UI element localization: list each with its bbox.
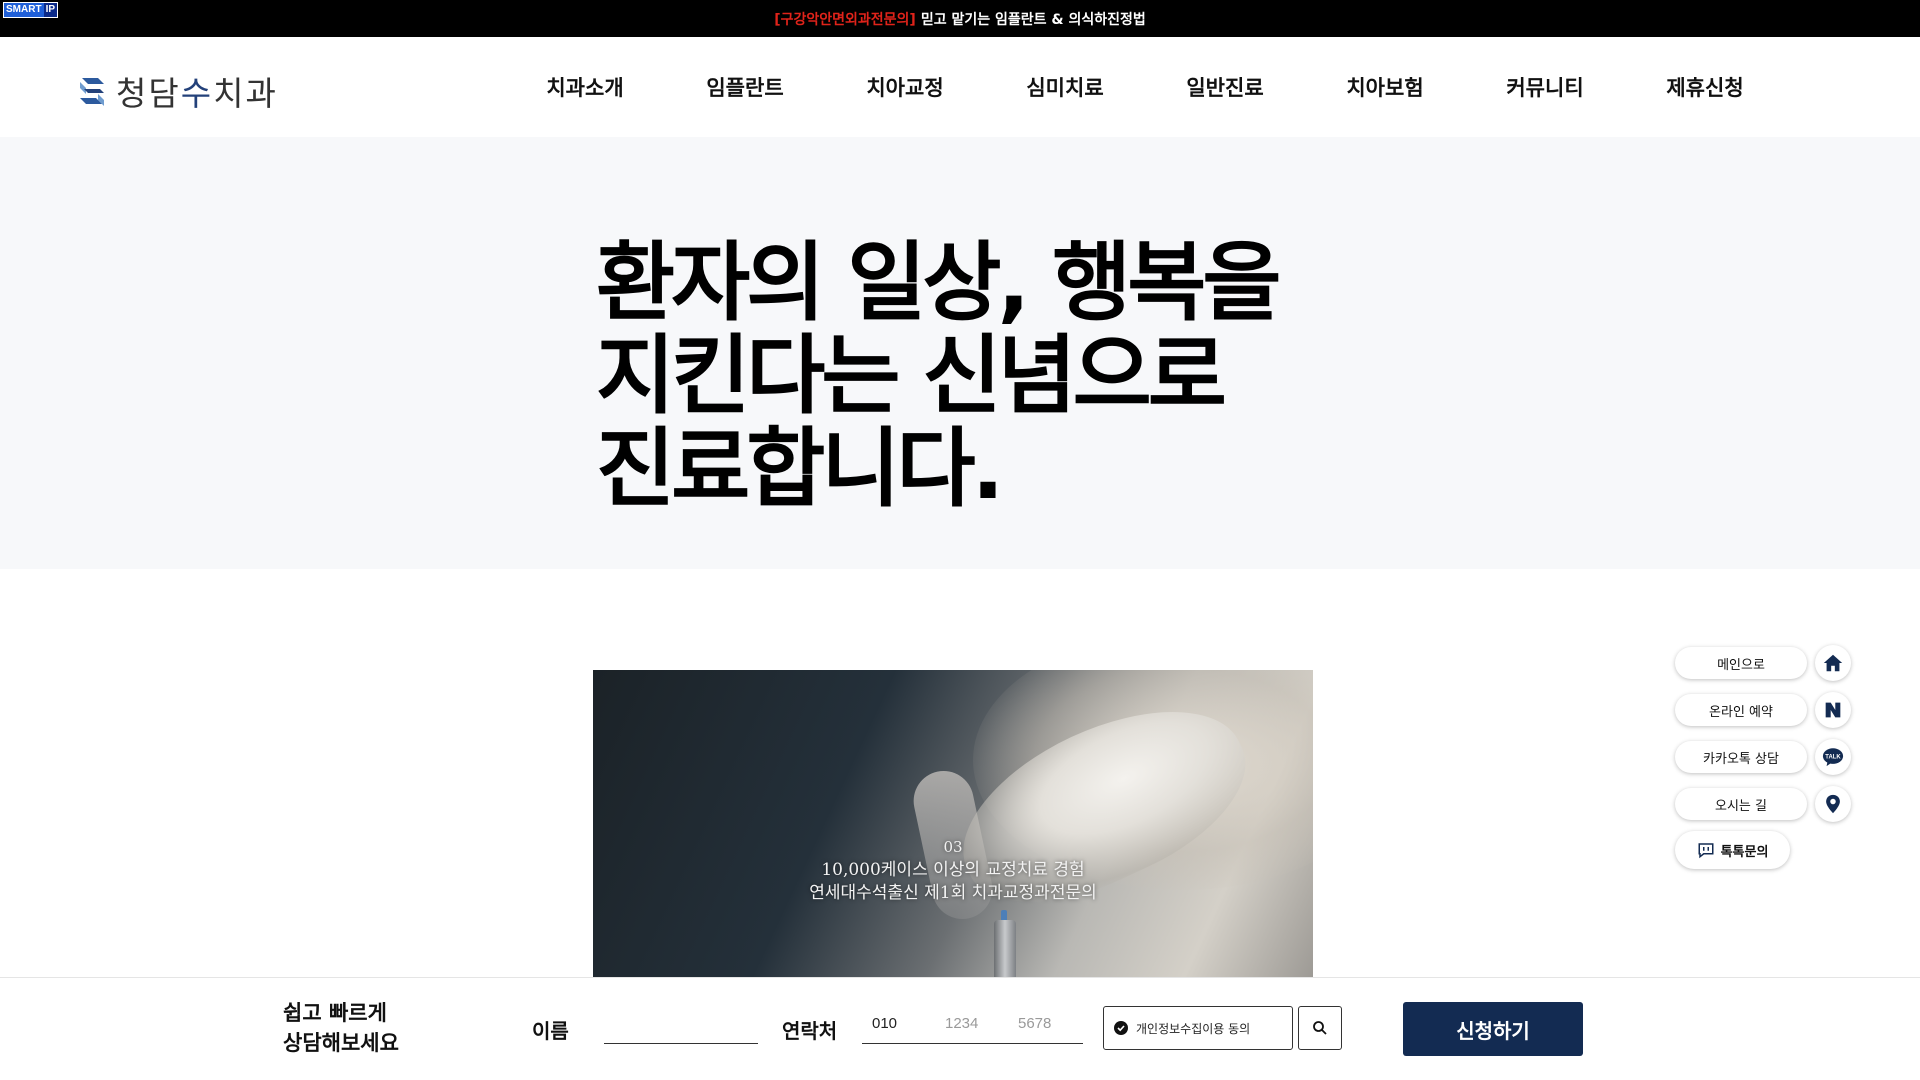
main-nav: 치과소개 임플란트 치아교정 심미치료 일반진료 치아보험 커뮤니티 제휴신청 (505, 37, 1785, 137)
nav-item-implant[interactable]: 임플란트 (665, 72, 825, 102)
hero-title: 환자의 일상, 행복을 지킨다는 신념으로 진료합니다. (596, 233, 1282, 519)
name-label: 이름 (532, 1019, 569, 1043)
phone-last-input[interactable] (1008, 1004, 1083, 1044)
nav-item-insurance[interactable]: 치아보험 (1305, 72, 1465, 102)
intro-video[interactable]: 03 10,000케이스 이상의 교정치료 경험 연세대수석출신 제1회 치과교… (593, 670, 1313, 978)
top-announcement-bar: SMART IP [구강악안면외과전문의] 믿고 맡기는 임플란트 & 의식하진정… (0, 0, 1920, 37)
submit-button[interactable]: 신청하기 (1403, 1002, 1583, 1056)
hero-title-line-1: 환자의 일상, 행복을 (596, 233, 1282, 333)
nav-item-general[interactable]: 일반진료 (1145, 72, 1305, 102)
logo-text-pre: 청담 (116, 74, 181, 113)
privacy-agree-label: 개인정보수집이용 동의 (1136, 1021, 1251, 1036)
quick-menu: 메인으로 온라인 예약 카카오톡 상담 TALK 오시는 길 톡톡문의 (1675, 645, 1855, 869)
phone-label: 연락처 (782, 1019, 838, 1043)
kakao-talk-icon-text: TALK (1825, 754, 1841, 760)
smart-ip-badge[interactable]: SMART IP (3, 2, 59, 18)
quick-directions-button[interactable]: 오시는 길 (1675, 788, 1807, 820)
consult-bar: 쉽고 빠르게 상담해보세요 이름 연락처 개인정보수집이용 동의 신청하기 (0, 977, 1920, 1080)
home-icon[interactable] (1815, 645, 1851, 681)
quick-main-button[interactable]: 메인으로 (1675, 647, 1807, 679)
logo[interactable]: 청담수치과 (76, 67, 278, 115)
kakao-talk-icon[interactable]: TALK (1815, 739, 1851, 775)
logo-icon (80, 78, 104, 106)
video-caption-line-2: 연세대수석출신 제1회 치과교정과전문의 (809, 883, 1097, 903)
check-icon (1114, 1021, 1128, 1035)
logo-text-accent: 수 (180, 74, 214, 113)
chat-icon (1698, 843, 1714, 859)
privacy-view-button[interactable] (1298, 1006, 1342, 1050)
consult-title: 쉽고 빠르게 상담해보세요 (283, 998, 399, 1058)
smart-ip-badge-text-b: IP (43, 3, 58, 17)
nav-item-orthodontics[interactable]: 치아교정 (825, 72, 985, 102)
phone-middle-input[interactable] (935, 1004, 1008, 1044)
map-pin-icon[interactable] (1815, 786, 1851, 822)
video-caption-number: 03 (943, 838, 963, 856)
nav-item-cosmetic[interactable]: 심미치료 (985, 72, 1145, 102)
quick-menu-item: 카카오톡 상담 TALK (1675, 739, 1855, 786)
hero-section: 환자의 일상, 행복을 지킨다는 신념으로 진료합니다. (0, 137, 1920, 569)
privacy-agree-checkbox[interactable]: 개인정보수집이용 동의 (1103, 1006, 1293, 1050)
search-icon (1313, 1021, 1327, 1035)
hero-title-line-3: 진료합니다. (596, 419, 1004, 519)
nav-item-partnership[interactable]: 제휴신청 (1625, 72, 1785, 102)
phone-first-input[interactable] (862, 1004, 935, 1044)
video-dental-tool (994, 920, 1016, 978)
quick-menu-item: 온라인 예약 (1675, 692, 1855, 739)
consult-title-line-1: 쉽고 빠르게 (283, 1001, 387, 1025)
consult-title-line-2: 상담해보세요 (283, 1031, 399, 1055)
logo-text-post: 치과 (213, 74, 278, 113)
topbar-text: 믿고 맡기는 임플란트 & 의식하진정법 (920, 11, 1146, 28)
video-caption-line-1: 10,000케이스 이상의 교정치료 경험 (821, 860, 1085, 880)
site-header: 청담수치과 치과소개 임플란트 치아교정 심미치료 일반진료 치아보험 커뮤니티… (0, 37, 1920, 137)
quick-kakao-consult-button[interactable]: 카카오톡 상담 (1675, 741, 1807, 773)
topbar-highlight: [구강악안면외과전문의] (774, 11, 916, 28)
naver-icon[interactable] (1815, 692, 1851, 728)
nav-item-clinic-intro[interactable]: 치과소개 (505, 72, 665, 102)
smart-ip-badge-text-a: SMART (4, 3, 44, 17)
quick-menu-item: 오시는 길 (1675, 786, 1855, 833)
hero-title-line-2: 지킨다는 신념으로 (596, 326, 1227, 426)
talktalk-inquiry-button[interactable]: 톡톡문의 (1675, 831, 1790, 869)
talktalk-label: 톡톡문의 (1720, 844, 1769, 860)
name-input[interactable] (604, 1004, 758, 1044)
logo-text: 청담수치과 (116, 67, 278, 115)
quick-online-reservation-button[interactable]: 온라인 예약 (1675, 694, 1807, 726)
quick-menu-item: 메인으로 (1675, 645, 1855, 692)
video-caption: 03 10,000케이스 이상의 교정치료 경험 연세대수석출신 제1회 치과교… (593, 836, 1313, 905)
nav-item-community[interactable]: 커뮤니티 (1465, 72, 1625, 102)
